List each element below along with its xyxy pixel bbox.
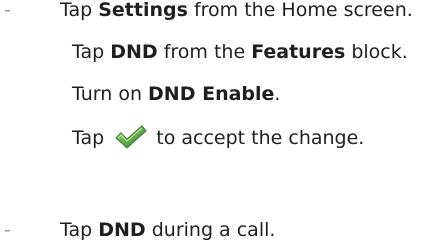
list-bullet: - — [4, 0, 11, 21]
text: from the — [157, 41, 252, 63]
bold-term: DND — [110, 41, 158, 63]
text: Tap — [72, 127, 111, 149]
text: . — [274, 83, 281, 105]
list-bullet: - — [4, 219, 11, 241]
text: to accept the change. — [150, 127, 365, 149]
bold-term: DND Enable — [148, 83, 275, 105]
text: Tap — [60, 219, 99, 241]
text: Tap — [60, 0, 99, 21]
step-turn-on-dnd: Turn on DND Enable. — [72, 82, 280, 106]
text: during a call. — [145, 219, 276, 241]
text: block. — [345, 41, 408, 63]
step-tap-dnd-features: Tap DND from the Features block. — [72, 40, 408, 64]
text: from the Home screen. — [187, 0, 413, 21]
text: Tap — [72, 41, 111, 63]
text: Turn on — [72, 83, 149, 105]
list-item-dnd-during-call: Tap DND during a call. — [60, 218, 275, 242]
bold-term: Settings — [98, 0, 188, 21]
bold-term: Features — [251, 41, 346, 63]
bold-term: DND — [98, 219, 146, 241]
instructions-document: - Tap Settings from the Home screen. Tap… — [0, 0, 446, 246]
list-item-settings: Tap Settings from the Home screen. — [60, 0, 413, 22]
step-accept-change: Tap to accept the change. — [72, 124, 364, 150]
checkmark-icon — [114, 124, 148, 150]
